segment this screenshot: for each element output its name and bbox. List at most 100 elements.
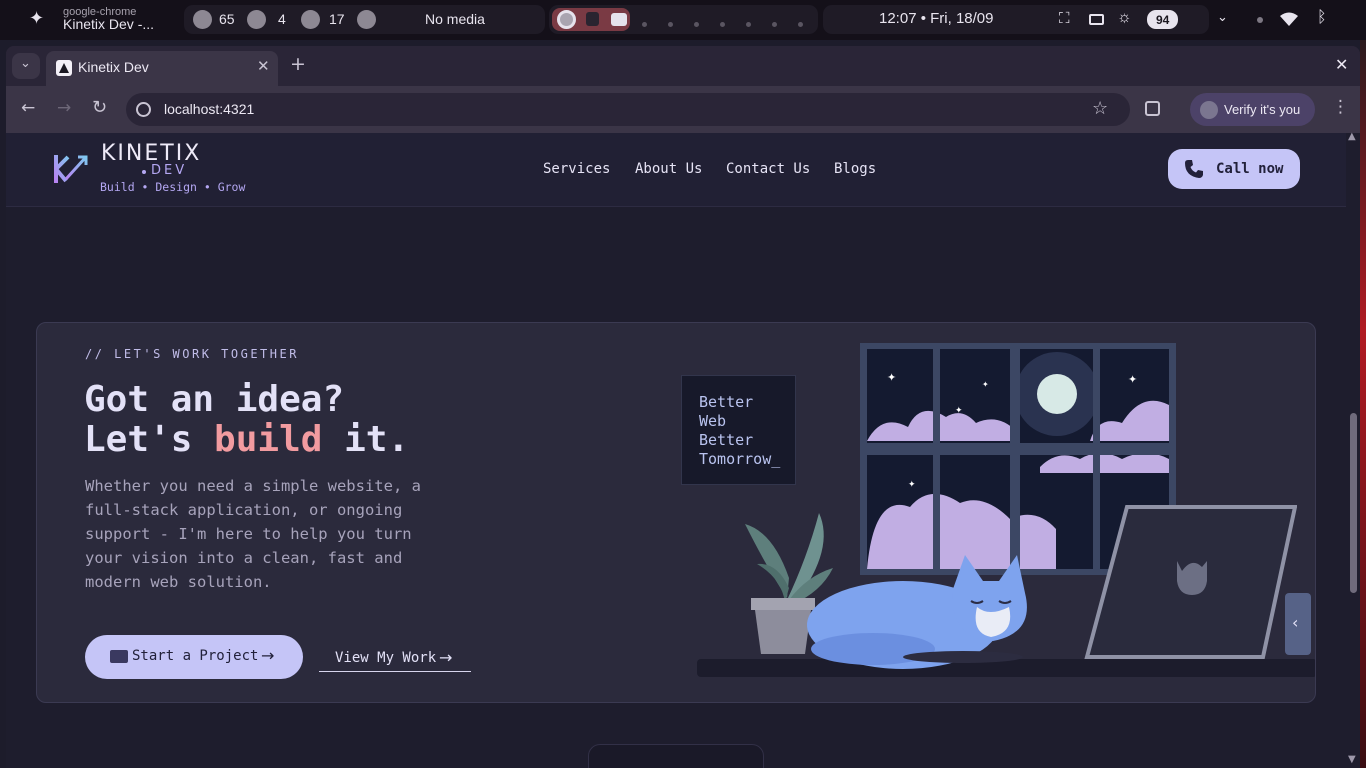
workspace-dot[interactable] [772,22,777,27]
files-icon[interactable] [611,13,627,26]
workspace-dot[interactable] [668,22,673,27]
illustration: Better Web Better Tomorrow_ ✦ ✦ ✦ ✦ ✦ ‹ [677,323,1315,702]
start-project-button[interactable]: Start a Project → [85,635,303,679]
updates-icon [247,10,266,29]
svg-text:✦: ✦ [982,380,989,389]
status-dot [1257,17,1263,23]
bluetooth-icon[interactable]: ᛒ [1317,9,1327,27]
view-work-link[interactable]: View My Work → [319,648,471,672]
extensions-icon[interactable] [1145,101,1160,116]
body-line-4: your vision into a clean, fast and [85,549,403,567]
poster-line: Better [699,431,754,449]
body-line-3: support - I'm here to help you turn [85,525,412,543]
body-line-5: modern web solution. [85,573,272,591]
svg-text:✦: ✦ [1128,373,1137,386]
launcher-icon[interactable]: ✦ [29,8,44,29]
url-text[interactable]: localhost:4321 [164,101,254,117]
new-tab-icon[interactable]: + [290,53,306,75]
browser-window: ⌄ Kinetix Dev ✕ + ✕ ← → ↻ localhost:4321… [6,46,1360,768]
close-window-icon[interactable]: ✕ [1335,55,1348,74]
brightness-icon[interactable]: ☼ [1117,9,1132,27]
battery-value: 94 [1156,13,1170,27]
bookmark-star-icon[interactable]: ☆ [1092,98,1108,119]
call-now-button[interactable]: Call now [1168,149,1300,189]
system-stats-pill: 65 4 17 No media [184,5,545,34]
site-info-icon[interactable] [136,102,151,117]
tab-active[interactable]: Kinetix Dev ✕ [46,51,278,86]
arrow-right-icon: → [261,646,275,665]
headline-line-1: Got an idea? [84,379,345,420]
workspace-dot[interactable] [694,22,699,27]
media-label: No media [425,11,485,27]
avatar [1200,101,1218,119]
desktop-wallpaper [1360,40,1366,768]
scrollbar-thumb[interactable] [1350,413,1357,593]
screenshot-icon[interactable]: ⛶ [1059,10,1070,27]
svg-text:✦: ✦ [887,371,896,384]
nav-about-us[interactable]: About Us [635,161,702,177]
clock[interactable]: 12:07 • Fri, 18/09 [879,10,994,27]
svg-text:✦: ✦ [955,406,963,416]
cpu-icon [193,10,212,29]
workspaces-pill [549,5,818,34]
laptop-icon [1084,505,1297,659]
carousel-prev-button[interactable]: ‹ [1285,593,1311,655]
mail-icon [110,650,128,663]
tagline: Build • Design • Grow [100,180,246,194]
view-work-label: View My Work [335,650,437,666]
arrow-right-icon: → [439,648,453,667]
updates-value: 4 [278,11,286,27]
os-top-bar: ✦ google-chrome Kinetix Dev -... 65 4 17… [0,0,1366,40]
chevron-down-icon: ⌄ [20,56,31,71]
scroll-down-icon[interactable]: ▼ [1348,754,1356,765]
workspace-dot[interactable] [720,22,725,27]
reload-icon[interactable]: ↻ [92,97,107,118]
start-project-label: Start a Project [132,648,259,664]
clock-pill: 12:07 • Fri, 18/09 ⛶ ☼ 94 [823,5,1209,34]
close-tab-icon[interactable]: ✕ [257,57,270,75]
logo-dot [142,170,146,174]
chrome-icon[interactable] [557,10,576,29]
activity-icon [301,10,320,29]
music-icon[interactable] [357,10,376,29]
page-scrollbar[interactable]: ▲ ▼ [1346,131,1360,768]
address-bar[interactable]: localhost:4321 ☆ [126,93,1130,126]
tab-strip: ⌄ Kinetix Dev ✕ + ✕ [6,46,1360,86]
nav-contact-us[interactable]: Contact Us [726,161,810,177]
verify-profile-button[interactable]: Verify it's you [1190,93,1315,126]
more-menu-icon[interactable]: ⋮ [1332,97,1349,117]
nav-services[interactable]: Services [543,161,610,177]
poster-line: Web [699,412,727,430]
site-header: KINETIX DEV Build • Design • Grow Servic… [6,133,1346,207]
back-icon[interactable]: ← [21,98,35,118]
workspace-dot[interactable] [746,22,751,27]
chevron-left-icon: ‹ [1292,613,1299,632]
activity-value: 17 [329,11,345,27]
headline-post: it. [322,419,410,460]
poster: Better Web Better Tomorrow_ [681,375,796,485]
sleeping-cat-icon [807,555,1027,669]
terminal-icon[interactable] [586,12,599,26]
headline-accent: build [214,419,323,460]
call-now-label: Call now [1216,161,1284,177]
scroll-up-icon[interactable]: ▲ [1348,131,1356,142]
logo-sub: DEV [151,163,188,178]
workspace-dot[interactable] [798,22,803,27]
nav-blogs[interactable]: Blogs [834,161,876,177]
contact-cta-card: // LET'S WORK TOGETHER Got an idea? Let'… [36,322,1316,703]
cpu-value: 65 [219,11,235,27]
tab-search-button[interactable]: ⌄ [12,53,40,79]
favicon-logo-icon [59,63,69,73]
poster-line: Better [699,393,754,411]
svg-text:✦: ✦ [908,480,916,490]
section-kicker: // LET'S WORK TOGETHER [85,347,299,361]
wifi-icon[interactable] [1280,12,1298,27]
keyboard-icon[interactable] [1089,14,1104,25]
kinetix-logo-icon[interactable] [52,151,92,187]
poster-line: Tomorrow_ [699,450,781,468]
verify-label: Verify it's you [1224,102,1301,117]
workspace-dot[interactable] [642,22,647,27]
forward-icon[interactable]: → [57,98,71,118]
chevron-down-icon[interactable]: ⌄ [1217,9,1228,25]
floating-dock [588,744,764,768]
